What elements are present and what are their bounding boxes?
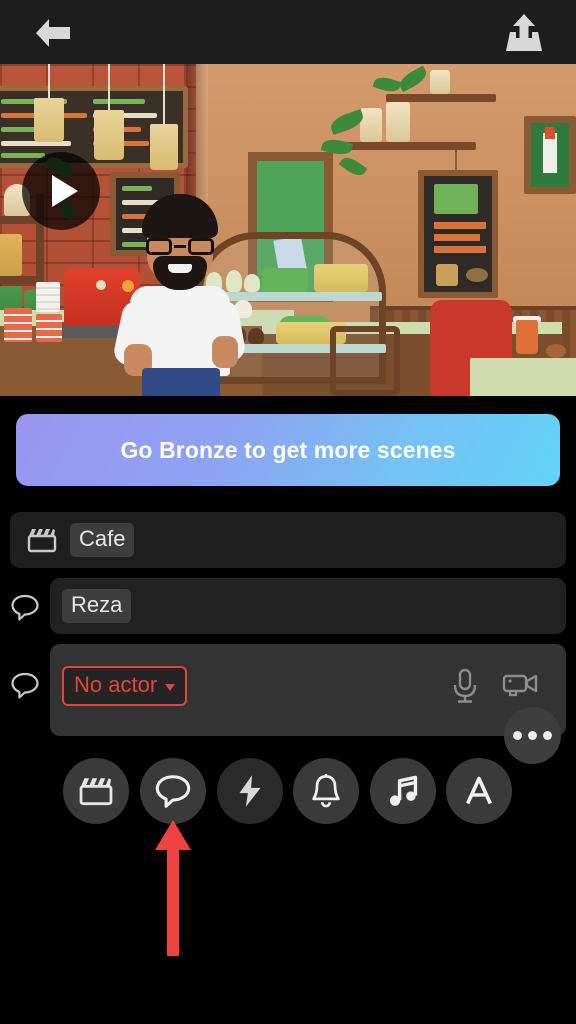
toolbar-item-effects[interactable] bbox=[293, 758, 359, 824]
actor-select[interactable]: No actor bbox=[62, 666, 188, 706]
scene-row[interactable]: Cafe bbox=[10, 512, 566, 568]
speech-bubble-icon bbox=[8, 668, 42, 702]
share-button[interactable] bbox=[500, 10, 548, 56]
play-triangle-icon bbox=[52, 175, 78, 207]
character-name-row[interactable]: Reza bbox=[50, 578, 566, 634]
camera-button[interactable] bbox=[500, 668, 540, 704]
microphone-button[interactable] bbox=[448, 666, 482, 706]
more-horizontal-icon bbox=[513, 731, 522, 740]
bottom-toolbar bbox=[0, 758, 576, 826]
speech-bubble-icon bbox=[8, 590, 42, 624]
app-screen: Go Bronze to get more scenes Cafe Reza N… bbox=[0, 0, 576, 1024]
toolbar-item-music[interactable] bbox=[370, 758, 436, 824]
video-camera-icon bbox=[502, 674, 538, 697]
clapperboard-icon bbox=[79, 778, 113, 806]
more-dot bbox=[543, 731, 552, 740]
scene-value-chip[interactable]: Cafe bbox=[70, 523, 135, 557]
lightning-bolt-icon bbox=[239, 775, 261, 807]
clapperboard-icon bbox=[26, 524, 58, 556]
microphone-icon bbox=[453, 668, 477, 703]
toolbar-item-text[interactable] bbox=[446, 758, 512, 824]
play-button[interactable] bbox=[22, 152, 100, 230]
back-button[interactable] bbox=[26, 14, 80, 52]
scene-artwork bbox=[0, 64, 576, 396]
pointer-arrow bbox=[150, 820, 196, 956]
more-dot bbox=[528, 731, 537, 740]
bell-icon bbox=[312, 774, 340, 808]
more-options-button[interactable] bbox=[504, 707, 561, 764]
toolbar-item-scene[interactable] bbox=[63, 758, 129, 824]
toolbar-item-action[interactable] bbox=[217, 758, 283, 824]
chevron-down-icon bbox=[165, 683, 176, 691]
top-bar bbox=[0, 0, 576, 64]
character-name-chip[interactable]: Reza bbox=[62, 589, 132, 623]
toolbar-item-dialogue[interactable] bbox=[140, 758, 206, 824]
upgrade-banner-label: Go Bronze to get more scenes bbox=[120, 436, 456, 463]
actor-select-value: No actor bbox=[74, 672, 158, 697]
dialogue-row[interactable]: No actor bbox=[50, 644, 566, 736]
share-upload-icon bbox=[506, 14, 542, 51]
music-note-icon bbox=[389, 775, 418, 806]
letter-a-icon bbox=[466, 776, 492, 805]
upgrade-banner[interactable]: Go Bronze to get more scenes bbox=[16, 414, 560, 486]
arrow-left-icon bbox=[36, 19, 70, 47]
scene-preview[interactable] bbox=[0, 64, 576, 396]
speech-bubble-icon bbox=[155, 775, 191, 808]
